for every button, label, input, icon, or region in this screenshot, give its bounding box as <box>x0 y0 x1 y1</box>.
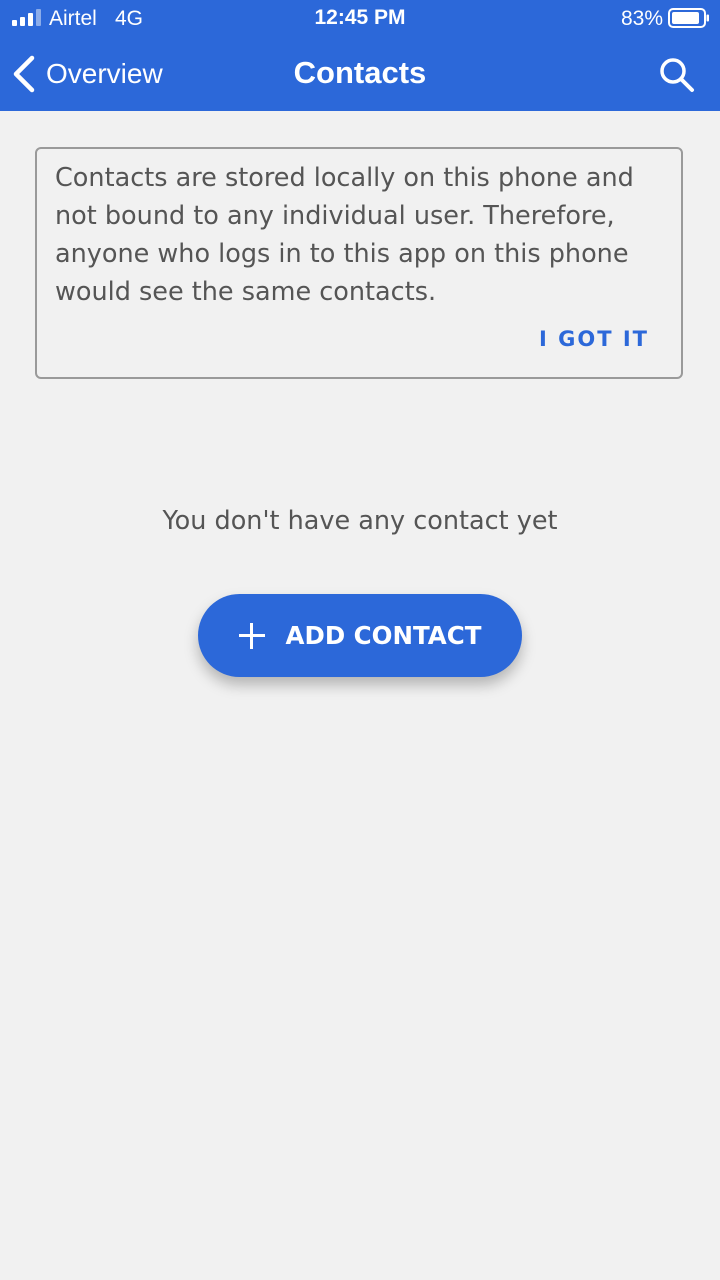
battery-icon <box>668 8 709 28</box>
info-card: Contacts are stored locally on this phon… <box>35 147 683 379</box>
plus-icon <box>238 622 265 649</box>
empty-state-message: You don't have any contact yet <box>162 506 558 536</box>
status-bar: Airtel 4G 12:45 PM 83% <box>0 0 720 38</box>
status-time: 12:45 PM <box>314 6 406 29</box>
contacts-screen: Airtel 4G 12:45 PM 83% Overview Contacts <box>0 0 720 1280</box>
add-contact-button[interactable]: ADD CONTACT <box>198 594 522 677</box>
got-it-button[interactable]: I GOT IT <box>539 327 649 351</box>
search-icon[interactable] <box>658 56 696 94</box>
app-header: Airtel 4G 12:45 PM 83% Overview Contacts <box>0 0 720 111</box>
navigation-bar: Overview Contacts <box>0 38 720 111</box>
add-contact-label: ADD CONTACT <box>285 621 482 650</box>
battery-percentage: 83% <box>620 7 663 30</box>
page-title: Contacts <box>293 55 427 90</box>
info-message: Contacts are stored locally on this phon… <box>55 163 634 307</box>
